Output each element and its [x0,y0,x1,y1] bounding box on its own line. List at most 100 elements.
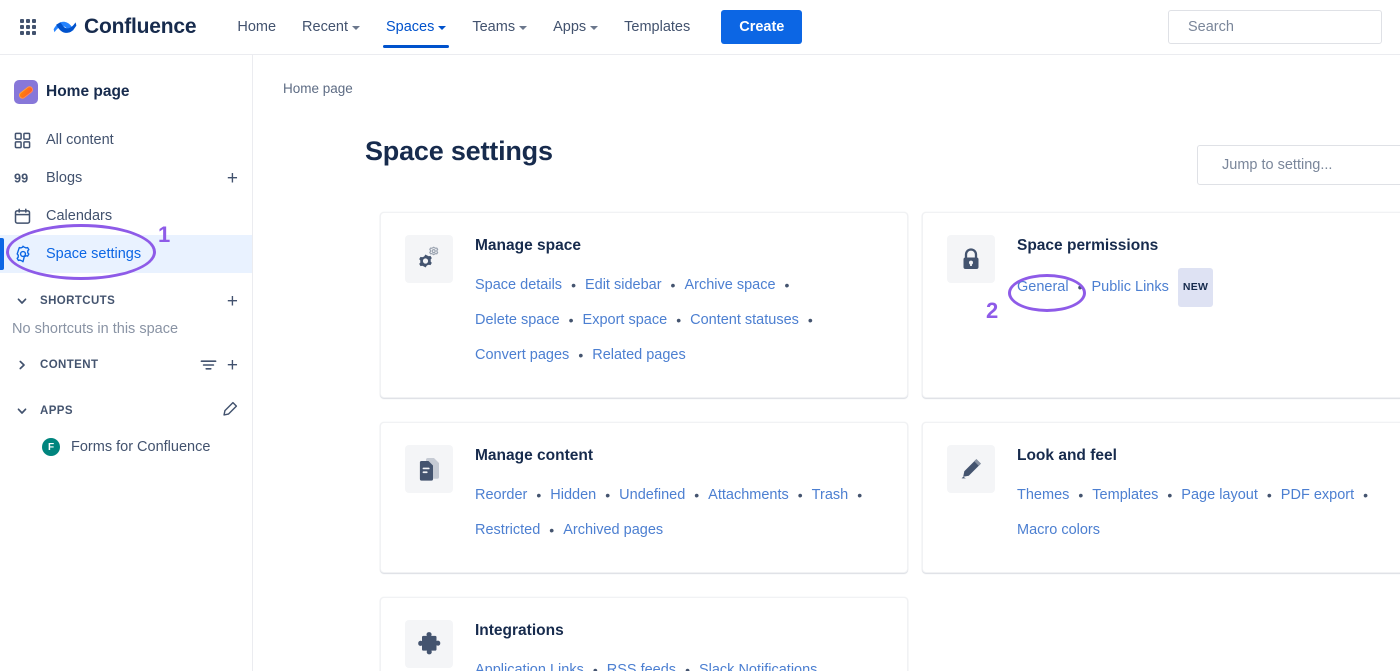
top-navigation-bar: Confluence Home Recent Spaces Teams Apps… [0,0,1400,55]
chevron-down-icon [590,26,599,30]
add-blog-button[interactable]: + [227,169,238,188]
sidebar-item-space-settings[interactable]: Space settings [0,235,252,273]
card-links: General • Public Links NEW [1017,268,1400,307]
separator-dot: • [807,312,813,328]
section-title: SHORTCUTS [40,295,116,307]
separator-dot: • [1078,487,1084,503]
brand-name: Confluence [84,15,197,38]
sidebar-item-all-content[interactable]: All content [0,121,252,159]
gear-icon [14,245,40,263]
link-reorder[interactable]: Reorder [475,478,527,513]
link-trash[interactable]: Trash [812,478,849,513]
jump-to-setting-input[interactable] [1222,157,1400,173]
grid-apps-icon [20,19,36,35]
nav-item-label: Templates [624,19,691,35]
link-pdf-export[interactable]: PDF export [1281,478,1354,513]
add-shortcut-button[interactable]: + [227,292,238,311]
nav-item-label: Home [237,19,277,35]
nav-item-label: Teams [472,19,516,35]
pencil-icon [947,445,995,493]
separator-dot: • [571,277,576,293]
settings-card-manage-content: Manage content Reorder • Hidden • Undefi… [380,422,908,573]
card-title: Manage space [475,237,581,254]
nav-item-recent[interactable]: Recent [289,0,373,54]
link-edit-sidebar[interactable]: Edit sidebar [585,268,662,303]
link-export-space[interactable]: Export space [583,303,668,338]
permissions-general-link[interactable]: General [1017,270,1069,305]
nav-item-teams[interactable]: Teams [459,0,540,54]
separator-dot: • [549,522,555,538]
card-title: Space permissions [1017,237,1159,254]
calendar-icon [14,207,40,225]
confluence-home-link[interactable]: Confluence [52,14,197,40]
sidebar-section-shortcuts: SHORTCUTS + [0,283,252,319]
link-application-links[interactable]: Application Links [475,653,584,671]
separator-dot: • [1167,487,1173,503]
link-related-pages[interactable]: Related pages [592,338,686,373]
card-title: Manage content [475,447,593,464]
settings-card-manage-space: Manage space Space details • Edit sideba… [380,212,908,398]
separator-dot: • [857,487,863,503]
chevron-down-icon[interactable] [10,289,34,313]
nav-item-label: Recent [302,19,348,35]
pencil-icon[interactable] [222,401,238,422]
separator-dot: • [605,487,611,503]
lock-icon [947,235,995,283]
svg-text:99: 99 [14,171,28,186]
nav-item-apps[interactable]: Apps [540,0,611,54]
link-undefined[interactable]: Undefined [619,478,685,513]
grid-content-icon [14,132,40,149]
chevron-down-icon [351,26,360,30]
chevron-right-icon[interactable] [10,353,34,377]
space-sidebar: Home page All content 99 Blogs + Calenda… [0,55,253,671]
separator-dot: • [670,277,676,293]
search-input[interactable] [1188,19,1375,35]
add-content-button[interactable]: + [227,356,238,375]
separator-dot: • [685,662,690,671]
filter-icon[interactable] [200,358,217,372]
link-slack-notifications[interactable]: Slack Notifications [699,653,817,671]
nav-item-home[interactable]: Home [224,0,289,54]
sidebar-item-calendars[interactable]: Calendars [0,197,252,235]
main-content-area: Home page Space settings Manage space [253,55,1400,671]
sidebar-item-blogs[interactable]: 99 Blogs + [0,159,252,197]
link-macro-colors[interactable]: Macro colors [1017,513,1100,548]
app-switcher-button[interactable] [12,11,44,43]
card-links: Reorder • Hidden • Undefined • Attachmen… [475,478,883,548]
space-avatar-icon [14,80,40,104]
link-convert-pages[interactable]: Convert pages [475,338,569,373]
separator-dot: • [568,312,574,328]
link-rss-feeds[interactable]: RSS feeds [607,653,676,671]
link-archive-space[interactable]: Archive space [684,268,775,303]
link-page-layout[interactable]: Page layout [1181,478,1258,513]
sidebar-item-home-page[interactable]: Home page [0,73,252,111]
nav-item-spaces[interactable]: Spaces [373,0,459,54]
permissions-public-links-link[interactable]: Public Links [1092,270,1169,305]
jump-to-setting-search[interactable] [1197,145,1400,185]
sidebar-item-label: Space settings [46,246,142,262]
link-archived-pages[interactable]: Archived pages [563,513,663,548]
card-title: Look and feel [1017,447,1117,464]
link-templates[interactable]: Templates [1092,478,1158,513]
link-space-details[interactable]: Space details [475,268,562,303]
card-links: Space details • Edit sidebar • Archive s… [475,268,883,373]
chevron-down-icon [438,26,447,30]
sidebar-app-forms-for-confluence[interactable]: F Forms for Confluence [0,429,252,465]
breadcrumb[interactable]: Home page [253,55,1400,96]
global-search-box[interactable] [1168,10,1382,44]
separator-dot: • [694,487,700,503]
link-delete-space[interactable]: Delete space [475,303,560,338]
create-button[interactable]: Create [721,10,803,44]
link-hidden[interactable]: Hidden [550,478,596,513]
settings-card-grid: Manage space Space details • Edit sideba… [380,212,1400,671]
app-label: Forms for Confluence [71,439,211,455]
link-attachments[interactable]: Attachments [708,478,789,513]
sidebar-item-label: Blogs [46,170,83,186]
link-content-statuses[interactable]: Content statuses [690,303,799,338]
link-restricted[interactable]: Restricted [475,513,540,548]
section-title: CONTENT [40,359,99,371]
chevron-down-icon[interactable] [10,399,34,423]
shortcuts-empty-text: No shortcuts in this space [12,321,179,337]
nav-item-templates[interactable]: Templates [611,0,703,54]
link-themes[interactable]: Themes [1017,478,1069,513]
